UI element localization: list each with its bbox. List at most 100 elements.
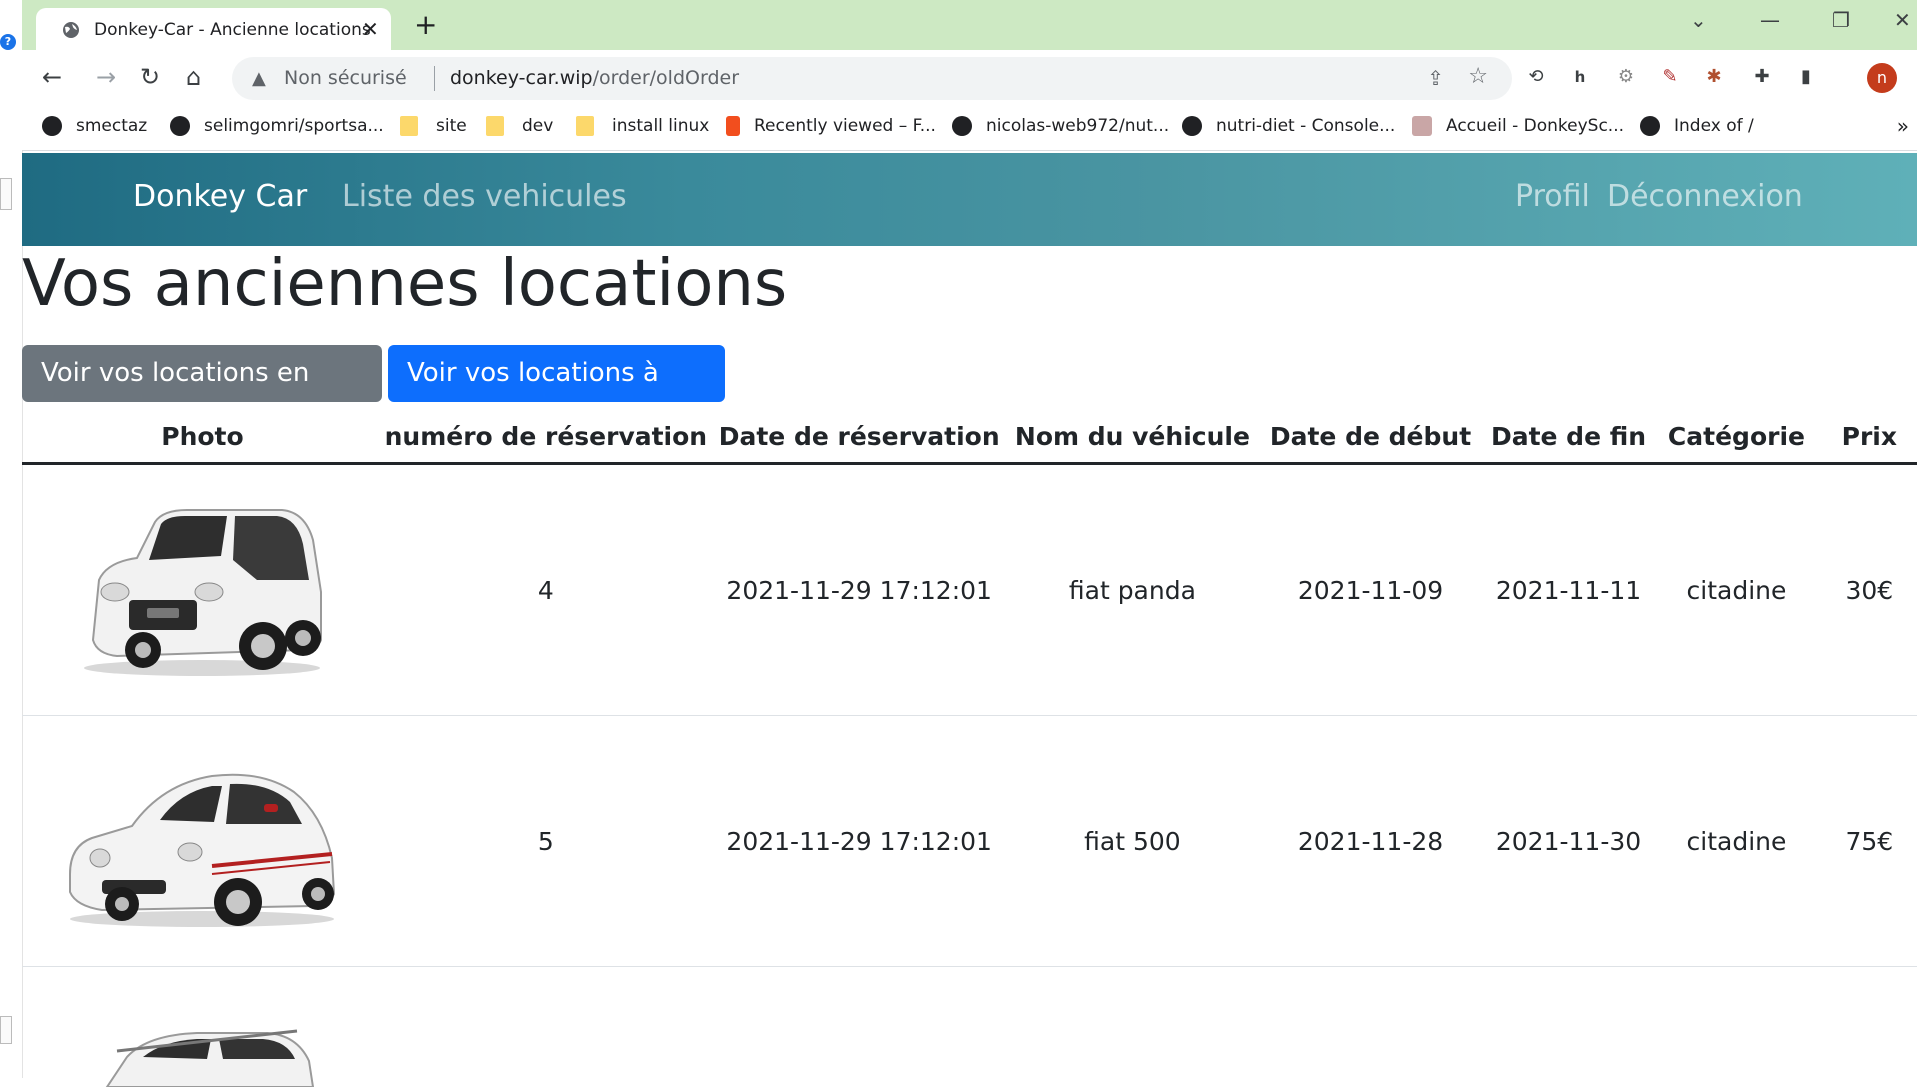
address-bar[interactable]: ▲ Non sécurisé donkey-car.wip/order/oldO… — [232, 57, 1512, 100]
nav-link-profile[interactable]: Profil — [1515, 179, 1590, 214]
reload-icon[interactable]: ↻ — [140, 63, 160, 91]
bookmark-label: site — [436, 116, 467, 136]
nav-link-vehicles[interactable]: Liste des vehicules — [342, 179, 627, 214]
bookmark-item[interactable]: dev — [486, 116, 553, 136]
bookmark-item[interactable]: smectaz — [42, 116, 147, 136]
bookmark-label: selimgomri/sportsa... — [204, 116, 384, 136]
extension-dropper-icon[interactable]: ✎ — [1658, 65, 1682, 89]
active-tab[interactable]: Donkey-Car - Ancienne locations ✕ — [36, 8, 391, 50]
photo-cell — [22, 716, 383, 967]
bookmark-item[interactable]: Accueil - DonkeySc... — [1412, 116, 1624, 136]
desktop-widget — [0, 1016, 12, 1044]
back-icon[interactable]: ← — [42, 63, 62, 91]
bookmark-label: install linux — [612, 116, 709, 136]
photo-cell — [22, 967, 383, 1087]
globe-icon — [1640, 116, 1660, 136]
page-title: Vos anciennes locations — [22, 246, 787, 322]
bookmark-label: Index of / — [1674, 116, 1754, 136]
minimize-icon[interactable]: — — [1760, 8, 1780, 32]
white-fiat-panda-image — [77, 500, 327, 680]
bookmark-star-icon[interactable]: ☆ — [1468, 64, 1488, 89]
tab-title: Donkey-Car - Ancienne locations — [94, 20, 371, 40]
empty-cell — [1010, 967, 1256, 1087]
extension-gear-icon[interactable]: ⚙ — [1614, 65, 1638, 89]
warning-icon[interactable]: ▲ — [252, 68, 266, 89]
folder-icon — [576, 116, 594, 136]
vehicle-name-cell: fiat panda — [1010, 464, 1256, 716]
end-date-cell: 2021-11-30 — [1486, 716, 1651, 967]
globe-icon — [952, 116, 972, 136]
extension-hdev-icon[interactable]: h — [1568, 65, 1592, 89]
bookmark-label: Recently viewed – F... — [754, 116, 936, 136]
extension-sync-icon[interactable]: ⟲ — [1524, 65, 1548, 89]
restore-icon[interactable]: ❐ — [1832, 8, 1850, 32]
share-icon[interactable]: ⇪ — [1427, 66, 1444, 90]
github-icon — [42, 116, 62, 136]
empty-cell — [1822, 967, 1917, 1087]
bookmark-item[interactable]: install linux — [576, 116, 709, 136]
category-cell: citadine — [1651, 716, 1821, 967]
bookmarks-bar: smectaz selimgomri/sportsa... site dev i… — [22, 106, 1917, 151]
empty-cell — [1255, 967, 1486, 1087]
col-booking-date: Date de réservation — [709, 410, 1010, 464]
browser-toolbar: ← → ↻ ⌂ ▲ Non sécurisé donkey-car.wip/or… — [22, 50, 1917, 106]
url-text[interactable]: donkey-car.wip/order/oldOrder — [450, 67, 739, 89]
bookmark-item[interactable]: nutri-diet - Console... — [1182, 116, 1395, 136]
white-car-image-partial — [87, 1027, 317, 1087]
bookmark-item[interactable]: Recently viewed – F... — [726, 116, 936, 136]
nav-link-logout[interactable]: Déconnexion — [1607, 179, 1803, 214]
folder-icon — [400, 116, 418, 136]
forward-icon[interactable]: → — [96, 63, 116, 91]
brand-link[interactable]: Donkey Car — [133, 179, 307, 214]
price-cell: 75€ — [1822, 716, 1917, 967]
col-start-date: Date de début — [1255, 410, 1486, 464]
bookmark-item[interactable]: nicolas-web972/nut... — [952, 116, 1169, 136]
url-path: /order/oldOrder — [593, 67, 739, 89]
price-cell: 30€ — [1822, 464, 1917, 716]
col-price: Prix — [1822, 410, 1917, 464]
empty-cell — [383, 967, 709, 1087]
col-booking-number: numéro de réservation — [383, 410, 709, 464]
donkey-icon — [1412, 116, 1432, 136]
globe-icon — [62, 21, 80, 39]
vehicle-name-cell: fiat 500 — [1010, 716, 1256, 967]
security-label[interactable]: Non sécurisé — [284, 67, 407, 89]
booking-number-cell: 4 — [383, 464, 709, 716]
extensions-puzzle-icon[interactable]: ✚ — [1750, 65, 1774, 89]
bookmark-label: nutri-diet - Console... — [1216, 116, 1395, 136]
folder-icon — [486, 116, 504, 136]
table-row-partial — [22, 967, 1917, 1087]
side-panel-icon[interactable]: ▮ — [1794, 65, 1818, 89]
booking-number-cell: 5 — [383, 716, 709, 967]
desktop-widget — [0, 178, 12, 210]
col-end-date: Date de fin — [1486, 410, 1651, 464]
start-date-cell: 2021-11-09 — [1255, 464, 1486, 716]
more-bookmarks-icon[interactable]: » — [1897, 114, 1909, 138]
bookmark-item[interactable]: Index of / — [1640, 116, 1754, 136]
bookmark-item[interactable]: site — [400, 116, 467, 136]
col-vehicle-name: Nom du véhicule — [1010, 410, 1256, 464]
close-tab-icon[interactable]: ✕ — [362, 17, 379, 41]
end-date-cell: 2021-11-11 — [1486, 464, 1651, 716]
home-icon[interactable]: ⌂ — [186, 63, 201, 91]
booking-date-cell: 2021-11-29 17:12:01 — [709, 464, 1010, 716]
globe-icon — [1182, 116, 1202, 136]
figma-icon — [726, 116, 740, 136]
tab-search-icon[interactable]: ⌄ — [1690, 8, 1707, 32]
profile-avatar[interactable]: n — [1867, 63, 1897, 93]
table-header-row: Photo numéro de réservation Date de rése… — [22, 410, 1917, 464]
new-tab-button[interactable]: + — [414, 10, 437, 40]
table-row: 5 2021-11-29 17:12:01 fiat 500 2021-11-2… — [22, 716, 1917, 967]
address-separator — [434, 66, 435, 91]
desktop-edge-strip: ? — [0, 0, 23, 1078]
extension-bug-icon[interactable]: ✱ — [1702, 65, 1726, 89]
current-rentals-button[interactable]: Voir vos locations en cours — [22, 345, 382, 402]
start-date-cell: 2021-11-28 — [1255, 716, 1486, 967]
bookmark-item[interactable]: selimgomri/sportsa... — [170, 116, 384, 136]
close-window-icon[interactable]: ✕ — [1894, 8, 1911, 32]
help-icon[interactable]: ? — [0, 34, 16, 50]
bookmark-label: smectaz — [76, 116, 147, 136]
empty-cell — [1486, 967, 1651, 1087]
empty-cell — [1651, 967, 1821, 1087]
upcoming-rentals-button[interactable]: Voir vos locations à venir — [388, 345, 725, 402]
